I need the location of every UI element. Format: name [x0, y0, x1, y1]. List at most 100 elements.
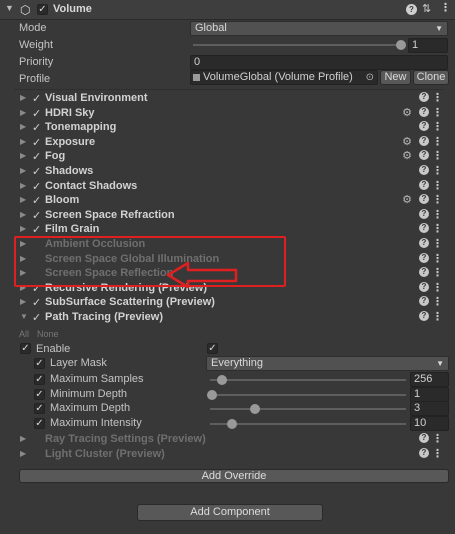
settings-gear-icon[interactable]: ⚙: [402, 149, 412, 162]
max-intensity-field[interactable]: 10: [410, 415, 449, 431]
help-icon[interactable]: ?: [419, 433, 429, 443]
max-depth-slider-track[interactable]: [210, 408, 406, 410]
override-checkbox[interactable]: ✓: [32, 311, 41, 324]
help-icon[interactable]: ?: [406, 4, 417, 15]
override-row[interactable]: ▶ Ray Tracing Settings (Preview)? ⋮: [14, 433, 444, 447]
foldout-closed-icon[interactable]: ▶: [20, 166, 26, 175]
override-checkbox[interactable]: ✓: [32, 121, 41, 134]
menu-icon[interactable]: ⋮: [432, 266, 443, 279]
clone-profile-button[interactable]: Clone: [413, 70, 449, 85]
menu-icon[interactable]: ⋮: [432, 208, 443, 221]
help-icon[interactable]: ?: [419, 281, 429, 292]
enable-override-checkbox[interactable]: ✓: [20, 343, 31, 354]
help-icon[interactable]: ?: [419, 447, 429, 458]
mode-dropdown[interactable]: Global ▼: [190, 21, 448, 36]
max-samples-field[interactable]: 256: [410, 372, 449, 387]
override-row[interactable]: ▶ ✓ Contact Shadows? ⋮: [14, 179, 444, 194]
weight-slider-track[interactable]: [193, 44, 403, 46]
help-icon[interactable]: ?: [419, 311, 429, 321]
priority-field[interactable]: 0: [190, 55, 448, 70]
max-intensity-override-checkbox[interactable]: ✓: [34, 417, 45, 429]
override-checkbox[interactable]: ✓: [32, 136, 41, 149]
help-icon[interactable]: ?: [419, 121, 429, 132]
override-checkbox[interactable]: ✓: [32, 165, 41, 178]
menu-icon[interactable]: ⋮: [432, 135, 443, 148]
menu-icon[interactable]: ⋮: [432, 193, 443, 206]
override-row[interactable]: ▶ ✓ HDRI Sky ⚙? ⋮: [14, 106, 444, 121]
weight-slider-thumb[interactable]: [396, 40, 406, 50]
override-row[interactable]: ▶ ✓ Visual Environment? ⋮: [14, 92, 444, 106]
menu-icon[interactable]: ⋮: [432, 432, 443, 445]
foldout-closed-icon[interactable]: ▶: [20, 224, 26, 233]
max-samples-slider-track[interactable]: [210, 379, 406, 381]
max-samples-override-checkbox[interactable]: ✓: [34, 374, 45, 385]
help-icon[interactable]: ?: [419, 135, 429, 146]
menu-icon[interactable]: ⋮: [432, 179, 443, 192]
override-checkbox[interactable]: ✓: [32, 107, 41, 120]
foldout-closed-icon[interactable]: ▶: [20, 195, 26, 204]
help-icon[interactable]: ?: [419, 267, 429, 278]
foldout-closed-icon[interactable]: ▶: [20, 297, 26, 306]
override-checkbox[interactable]: ✓: [32, 180, 41, 193]
foldout-closed-icon[interactable]: ▶: [20, 93, 26, 102]
override-checkbox[interactable]: ✓: [32, 150, 41, 163]
help-icon[interactable]: ?: [419, 223, 429, 234]
menu-icon[interactable]: ⋮: [432, 164, 443, 177]
enable-checkbox[interactable]: ✓: [207, 343, 218, 354]
layer-mask-override-checkbox[interactable]: ✓: [34, 358, 45, 369]
override-checkbox[interactable]: ✓: [32, 194, 41, 207]
min-depth-field[interactable]: 1: [410, 386, 449, 402]
menu-icon[interactable]: ⋮: [432, 91, 443, 104]
help-icon[interactable]: ?: [419, 296, 429, 307]
new-profile-button[interactable]: New: [380, 70, 411, 85]
foldout-closed-icon[interactable]: ▶: [20, 137, 26, 146]
foldout-closed-icon[interactable]: ▶: [20, 151, 26, 160]
menu-icon[interactable]: ⋮: [440, 1, 451, 14]
override-row[interactable]: ▶ ✓ Bloom ⚙? ⋮: [14, 194, 444, 208]
component-enabled-checkbox[interactable]: ✓: [37, 4, 48, 15]
foldout-closed-icon[interactable]: ▶: [20, 122, 26, 131]
max-intensity-slider-track[interactable]: [210, 422, 406, 425]
help-icon[interactable]: ?: [419, 208, 429, 219]
layer-mask-dropdown[interactable]: Everything ▼: [206, 356, 449, 371]
add-component-button[interactable]: Add Component: [137, 504, 323, 521]
sliders-icon[interactable]: ⇅: [422, 2, 431, 15]
menu-icon[interactable]: ⋮: [432, 222, 443, 235]
foldout-closed-icon[interactable]: ▶: [20, 108, 26, 117]
menu-icon[interactable]: ⋮: [432, 310, 443, 323]
foldout-closed-icon[interactable]: ▶: [20, 210, 26, 219]
menu-icon[interactable]: ⋮: [432, 447, 443, 460]
help-icon[interactable]: ?: [419, 150, 429, 161]
help-icon[interactable]: ?: [419, 92, 429, 102]
help-icon[interactable]: ?: [419, 194, 429, 205]
min-depth-slider-track[interactable]: [210, 393, 406, 396]
override-row[interactable]: ▶ ✓ Exposure ⚙? ⋮: [14, 135, 444, 150]
override-row[interactable]: ▶ ✓ Fog ⚙? ⋮: [14, 150, 444, 164]
max-intensity-slider-thumb[interactable]: [226, 418, 237, 429]
foldout-closed-icon[interactable]: ▶: [20, 449, 26, 458]
override-row[interactable]: ▶ Light Cluster (Preview)? ⋮: [14, 447, 444, 462]
foldout-open-icon[interactable]: ▼: [20, 312, 28, 321]
max-depth-slider-thumb[interactable]: [250, 404, 261, 414]
override-checkbox[interactable]: ✓: [32, 296, 41, 309]
override-row[interactable]: ▼ ✓ Path Tracing (Preview)? ⋮: [14, 311, 444, 325]
min-depth-slider-thumb[interactable]: [207, 389, 217, 400]
max-samples-slider-thumb[interactable]: [216, 375, 227, 385]
max-depth-override-checkbox[interactable]: ✓: [34, 403, 45, 414]
override-row[interactable]: ▶ ✓ SubSurface Scattering (Preview)? ⋮: [14, 296, 444, 310]
override-row[interactable]: ▶ ✓ Shadows? ⋮: [14, 165, 444, 179]
menu-icon[interactable]: ⋮: [432, 237, 443, 250]
override-row[interactable]: ▶ ✓ Tonemapping? ⋮: [14, 121, 444, 135]
menu-icon[interactable]: ⋮: [432, 281, 443, 294]
override-checkbox[interactable]: ✓: [32, 223, 41, 236]
menu-icon[interactable]: ⋮: [432, 149, 443, 162]
menu-icon[interactable]: ⋮: [432, 106, 443, 119]
help-icon[interactable]: ?: [419, 252, 429, 263]
settings-gear-icon[interactable]: ⚙: [402, 106, 412, 119]
foldout-closed-icon[interactable]: ▶: [20, 434, 26, 443]
weight-field[interactable]: 1: [408, 38, 448, 53]
menu-icon[interactable]: ⋮: [432, 252, 443, 265]
foldout-closed-icon[interactable]: ▶: [20, 181, 26, 190]
help-icon[interactable]: ?: [419, 165, 429, 175]
all-link[interactable]: All: [19, 329, 29, 339]
